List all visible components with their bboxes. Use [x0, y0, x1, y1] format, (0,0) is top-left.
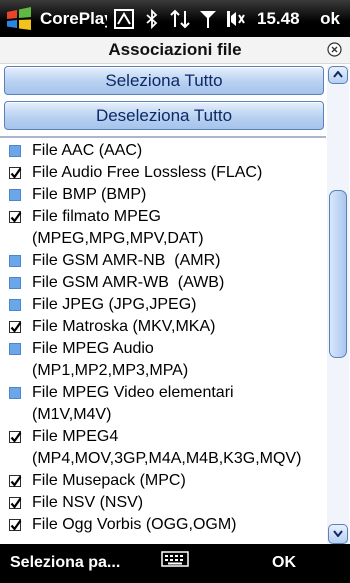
list-item-label: File GSM AMR-NB (AMR) — [32, 252, 221, 269]
checkbox-checked[interactable] — [9, 211, 22, 223]
list-item-label: File filmato MPEG (MPEG,MPG,MPV,DAT) — [32, 208, 204, 247]
deselect-all-button[interactable]: Deseleziona Tutto — [4, 101, 324, 130]
checkbox-unchecked[interactable] — [9, 299, 21, 311]
list-item[interactable]: File Musepack (MPC) — [0, 470, 326, 492]
connection-icon — [113, 8, 135, 30]
checkmark-icon — [10, 497, 22, 509]
dialog-title-bar: Associazioni file — [0, 37, 350, 64]
checkmark-icon — [10, 211, 22, 223]
list-item[interactable]: File BMP (BMP) — [0, 184, 326, 206]
softkey-right-ok[interactable]: OK — [272, 554, 296, 572]
list-item-label: File MPEG Audio (MP1,MP2,MP3,MPA) — [32, 340, 189, 379]
list-item-label: File BMP (BMP) — [32, 186, 147, 203]
list-item[interactable]: File MPEG4 (MP4,MOV,3GP,M4A,M4B,K3G,MQV) — [0, 426, 326, 470]
checkbox-checked[interactable] — [9, 431, 22, 443]
list-item[interactable]: File JPEG (JPG,JPEG) — [0, 294, 326, 316]
dialog-title: Associazioni file — [108, 40, 242, 59]
checkbox-unchecked[interactable] — [9, 255, 21, 267]
checkbox-checked[interactable] — [9, 497, 22, 509]
softkey-left[interactable]: Seleziona pa... — [10, 554, 120, 572]
list-item[interactable]: File MPEG Video elementari (M1V,M4V) — [0, 382, 326, 426]
checkmark-icon — [10, 475, 22, 487]
checkmark-icon — [10, 519, 22, 531]
scrollbar[interactable] — [327, 66, 349, 544]
list-item[interactable]: File filmato MPEG (MPEG,MPG,MPV,DAT) — [0, 206, 326, 250]
list-item-label: File NSV (NSV) — [32, 494, 144, 511]
close-icon[interactable] — [327, 42, 342, 57]
softkey-bar: Seleziona pa... OK — [0, 544, 350, 583]
scrollbar-thumb[interactable] — [329, 190, 347, 358]
keyboard-icon[interactable] — [160, 550, 190, 570]
status-bar: CorePlayer 15.48 ok — [0, 0, 350, 37]
checkbox-unchecked[interactable] — [9, 277, 21, 289]
checkbox-unchecked[interactable] — [9, 189, 21, 201]
list-item[interactable]: File Audio Free Lossless (FLAC) — [0, 162, 326, 184]
bluetooth-icon — [141, 8, 163, 30]
list-item-label: File Matroska (MKV,MKA) — [32, 318, 216, 335]
checkbox-unchecked[interactable] — [9, 387, 21, 399]
checkbox-unchecked[interactable] — [9, 145, 21, 157]
checkbox-checked[interactable] — [9, 321, 22, 333]
list-item-label: File Audio Free Lossless (FLAC) — [32, 164, 263, 181]
checkbox-unchecked[interactable] — [9, 343, 21, 355]
checkmark-icon — [10, 431, 22, 443]
list-item-label: File MPEG Video elementari (M1V,M4V) — [32, 384, 234, 423]
windows-start-icon[interactable] — [4, 4, 34, 34]
checkbox-checked[interactable] — [9, 167, 22, 179]
checkbox-checked[interactable] — [9, 519, 22, 531]
list-item-label: File MPEG4 (MP4,MOV,3GP,M4A,M4B,K3G,MQV) — [32, 428, 302, 467]
app-title: CorePlayer — [40, 8, 107, 28]
volume-icon[interactable] — [225, 8, 247, 30]
list-item-label: File Ogg Vorbis (OGG,OGM) — [32, 516, 237, 533]
list-item[interactable]: File AAC (AAC) — [0, 140, 326, 162]
list-item-label: File Musepack (MPC) — [32, 472, 186, 489]
list-item[interactable]: File GSM AMR-NB (AMR) — [0, 250, 326, 272]
list-item[interactable]: File Ogg Vorbis (OGG,OGM) — [0, 514, 326, 536]
scroll-down-button[interactable] — [328, 524, 348, 544]
checkmark-icon — [10, 167, 22, 179]
list-item[interactable]: File Matroska (MKV,MKA) — [0, 316, 326, 338]
file-association-list: File AAC (AAC) File Audio Free Lossless (… — [0, 140, 326, 544]
select-all-button[interactable]: Seleziona Tutto — [4, 66, 324, 95]
checkbox-checked[interactable] — [9, 475, 22, 487]
list-item[interactable]: File GSM AMR-WB (AWB) — [0, 272, 326, 294]
scroll-up-button[interactable] — [328, 66, 348, 84]
checkmark-icon — [10, 321, 22, 333]
ok-button-top[interactable]: ok — [320, 9, 340, 29]
list-item-label: File GSM AMR-WB (AWB) — [32, 274, 225, 291]
list-item-label: File JPEG (JPG,JPEG) — [32, 296, 197, 313]
data-sync-icon — [169, 8, 191, 30]
list-item[interactable]: File NSV (NSV) — [0, 492, 326, 514]
divider — [0, 136, 326, 138]
clock: 15.48 — [257, 8, 300, 28]
list-item-label: File AAC (AAC) — [32, 142, 143, 159]
signal-icon — [197, 8, 219, 30]
list-item[interactable]: File MPEG Audio (MP1,MP2,MP3,MPA) — [0, 338, 326, 382]
